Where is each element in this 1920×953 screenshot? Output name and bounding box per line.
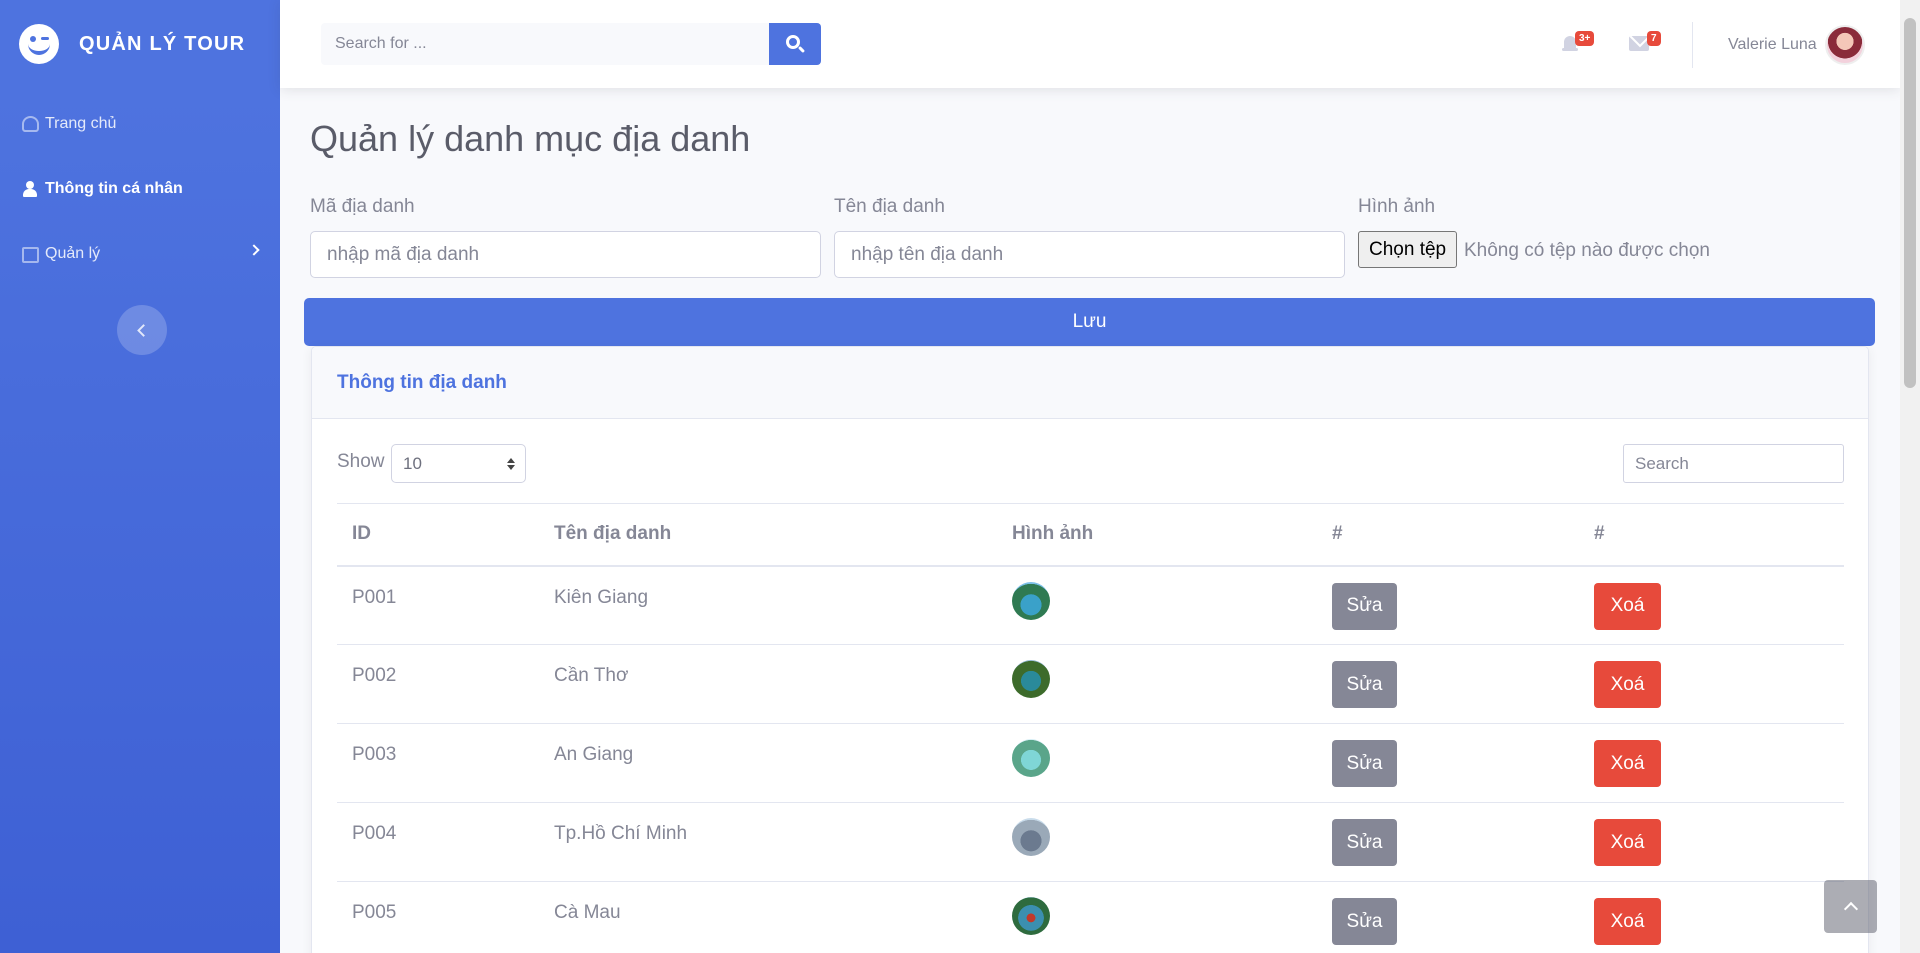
user-icon [22,180,39,197]
delete-button[interactable]: Xoá [1594,740,1661,787]
brand[interactable]: QUẢN LÝ TOUR [0,0,280,88]
table-row: P001 Kiên Giang Sửa Xoá [337,565,1844,645]
cell-id: P005 [337,881,539,953]
topbar-divider [1692,22,1693,68]
table-row: P004 Tp.Hồ Chí Minh Sửa Xoá [337,802,1844,882]
sidebar-item-label: Trang chủ [45,114,117,132]
name-label: Tên địa danh [834,196,945,217]
scrollbar-thumb[interactable] [1904,18,1916,388]
page-scrollbar[interactable] [1900,0,1920,953]
place-thumbnail [1012,660,1050,698]
code-field[interactable] [310,231,821,278]
column-header-name[interactable]: Tên địa danh [539,503,997,567]
places-card: Thông tin địa danh Show 10 ID Tên địa da… [311,346,1869,953]
column-header-id[interactable]: ID [337,503,539,567]
cell-id: P003 [337,723,539,803]
code-label: Mã địa danh [310,196,415,217]
edit-button[interactable]: Sửa [1332,661,1397,708]
search-input[interactable] [321,23,769,65]
edit-button[interactable]: Sửa [1332,898,1397,945]
messages-badge: 7 [1647,31,1661,46]
chevron-right-icon [248,244,260,256]
edit-button[interactable]: Sửa [1332,582,1397,630]
cell-name: Tp.Hồ Chí Minh [539,802,997,882]
choose-file-button[interactable]: Chọn tệp [1358,231,1458,268]
name-field[interactable] [834,231,1345,278]
delete-button[interactable]: Xoá [1594,661,1661,708]
topbar: 3+ 7 Valerie Luna [280,0,1900,88]
column-header-edit[interactable]: # [1317,503,1579,567]
table-search-input[interactable] [1623,444,1844,483]
card-title: Thông tin địa danh [312,347,1868,419]
cell-name: Cần Thơ [539,644,997,724]
sidebar-item-label: Quản lý [45,244,101,262]
image-label: Hình ảnh [1358,196,1436,217]
alerts-badge: 3+ [1575,31,1595,46]
place-thumbnail [1012,897,1050,935]
edit-button[interactable]: Sửa [1332,819,1397,866]
edit-button[interactable]: Sửa [1332,740,1397,787]
places-table: ID Tên địa danh Hình ảnh # # P001 Kiên G… [337,503,1844,953]
cell-id: P001 [337,565,539,645]
column-header-image[interactable]: Hình ảnh [997,503,1317,567]
cell-name: Cà Mau [539,881,997,953]
table-row: P002 Cần Thơ Sửa Xoá [337,644,1844,724]
cell-name: An Giang [539,723,997,803]
briefcase-icon [22,246,39,263]
save-button[interactable]: Lưu [304,298,1875,346]
sidebar-item-home[interactable]: Trang chủ [0,91,280,156]
page-title: Quản lý danh mục địa danh [310,118,751,159]
cell-id: P004 [337,802,539,882]
user-name[interactable]: Valerie Luna [1728,36,1817,54]
place-thumbnail [1012,818,1050,856]
avatar[interactable] [1825,25,1865,65]
scroll-to-top-button[interactable] [1824,880,1877,933]
delete-button[interactable]: Xoá [1594,819,1661,866]
show-label: Show [337,451,385,472]
sidebar-item-profile[interactable]: Thông tin cá nhân [0,156,280,221]
sidebar-item-label: Thông tin cá nhân [45,179,183,197]
table-header-row: ID Tên địa danh Hình ảnh # # [337,503,1844,567]
column-header-delete[interactable]: # [1579,503,1844,567]
file-status: Không có tệp nào được chọn [1464,240,1710,261]
search-button[interactable] [769,23,821,65]
delete-button[interactable]: Xoá [1594,898,1661,945]
sidebar: QUẢN LÝ TOUR Trang chủ Thông tin cá nhân… [0,0,280,953]
sidebar-item-manage[interactable]: Quản lý [0,221,280,286]
brand-title: QUẢN LÝ TOUR [79,32,246,55]
table-row: P003 An Giang Sửa Xoá [337,723,1844,803]
delete-button[interactable]: Xoá [1594,582,1661,630]
sidebar-toggle-button[interactable] [117,305,167,355]
table-row: P005 Cà Mau Sửa Xoá [337,881,1844,953]
cell-id: P002 [337,644,539,724]
page-size-value: 10 [403,453,422,473]
place-thumbnail [1012,739,1050,777]
page-size-select[interactable]: 10 [391,444,526,483]
cell-name: Kiên Giang [539,565,997,645]
topbar-search [321,23,821,65]
envelope-icon[interactable] [1629,36,1649,51]
tachometer-icon [22,115,39,132]
place-thumbnail [1012,581,1050,620]
laugh-wink-icon [19,24,59,64]
